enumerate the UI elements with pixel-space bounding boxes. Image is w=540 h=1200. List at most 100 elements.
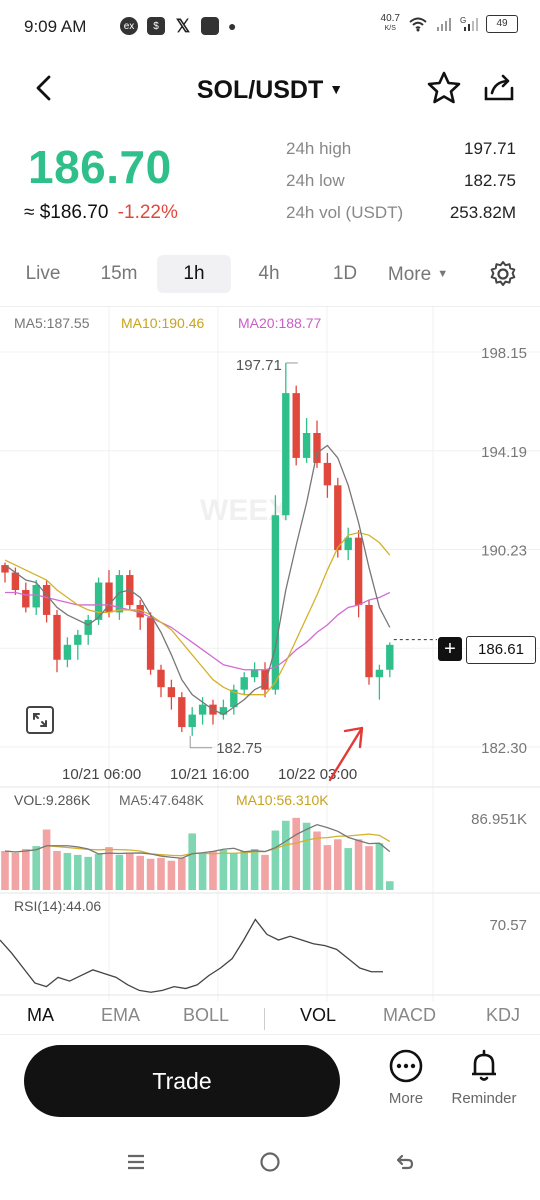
volume-bar <box>74 854 82 890</box>
system-icons: 40.7 K/S G 49 <box>381 14 518 34</box>
candle-body <box>375 669 384 678</box>
back-nav-icon[interactable] <box>393 1150 417 1174</box>
vol-ma5-label: MA5:47.648K <box>119 792 204 808</box>
stat-high-value: 197.71 <box>464 139 516 158</box>
candle-body <box>188 714 196 728</box>
tab-15m[interactable]: 15m <box>90 255 148 293</box>
volume-bar <box>22 849 30 890</box>
candle-body <box>271 515 280 690</box>
volume-bar <box>146 858 155 890</box>
indicator-tab-macd[interactable]: MACD <box>383 1005 436 1026</box>
indicator-tab-kdj[interactable]: KDJ <box>486 1005 520 1026</box>
add-alert-button[interactable]: + <box>438 637 462 661</box>
last-price-tag: 186.61 <box>466 636 536 664</box>
chart-settings-button[interactable] <box>488 259 518 289</box>
time-axis-label: 10/22 03:00 <box>278 766 357 783</box>
volume-bar <box>63 852 72 890</box>
candle-body <box>53 614 61 660</box>
volume-bar <box>250 849 259 890</box>
volume-bar <box>94 853 103 890</box>
app-square-icon <box>201 17 219 35</box>
tab-4h[interactable]: 4h <box>240 255 298 293</box>
vol-ma10-line <box>4 833 391 857</box>
tab-1d[interactable]: 1D <box>316 255 374 293</box>
time-axis-label: 10/21 06:00 <box>62 766 141 783</box>
star-icon <box>427 71 461 104</box>
indicator-tab-ema[interactable]: EMA <box>101 1005 140 1026</box>
stat-high-label: 24h high <box>286 139 352 158</box>
low-label: 182.75 <box>216 740 262 757</box>
home-icon[interactable] <box>258 1150 282 1174</box>
volume-bar <box>84 856 92 890</box>
volume-bar <box>11 852 20 890</box>
volume-bar <box>292 817 300 890</box>
ma20-line <box>5 591 391 671</box>
candle-body <box>84 619 92 635</box>
favorite-button[interactable] <box>426 70 462 106</box>
candle-body <box>74 634 82 645</box>
candle-body <box>146 617 155 670</box>
indicator-tab-vol[interactable]: VOL <box>300 1005 336 1026</box>
wifi-icon <box>409 17 427 32</box>
indicator-tab-ma[interactable]: MA <box>27 1005 54 1026</box>
vol-ma5-line <box>4 823 391 859</box>
status-time: 9:09 AM <box>24 17 87 36</box>
pair-title: SOL/USDT <box>196 76 324 104</box>
volume-bar <box>42 829 51 890</box>
caret-down-icon: ▼ <box>329 81 344 97</box>
volume-bar <box>115 854 124 890</box>
candle-body <box>292 393 300 458</box>
stat-low-value: 182.75 <box>464 171 516 190</box>
trade-button[interactable]: Trade <box>24 1045 340 1117</box>
candle-body <box>365 604 373 678</box>
volume-bar <box>334 839 342 890</box>
tab-more[interactable]: More ▼ <box>380 255 456 293</box>
signal-g-icon: G <box>460 16 478 31</box>
price-axis-label: 194.19 <box>481 444 527 461</box>
last-price: 186.70 <box>28 141 172 193</box>
tab-live[interactable]: Live <box>14 255 72 293</box>
candle-body <box>313 432 321 463</box>
indicator-divider <box>264 1008 265 1030</box>
status-bar: 9:09 AM ex $ 𝕏 ● 40.7 K/S G 49 <box>0 0 540 56</box>
interval-tabs: Live 15m 1h 4h 1D More ▼ <box>0 255 540 295</box>
reminder-button[interactable] <box>462 1046 506 1091</box>
candle-body <box>240 677 248 690</box>
vol-label: VOL:9.286K <box>14 792 91 808</box>
gear-icon <box>490 261 516 286</box>
time-axis-label: 10/21 16:00 <box>170 766 249 783</box>
share-button[interactable] <box>481 70 517 106</box>
volume-bar <box>323 845 332 890</box>
ma5-line <box>4 444 391 716</box>
volume-bar <box>365 846 373 890</box>
recents-icon[interactable] <box>124 1150 148 1174</box>
fullscreen-button[interactable] <box>26 706 54 734</box>
caret-down-icon: ▼ <box>437 268 449 280</box>
high-label: 197.71 <box>236 357 282 374</box>
expand-icon <box>33 713 47 727</box>
app-notification-icon: ex <box>120 17 138 35</box>
tab-1h[interactable]: 1h <box>157 255 231 293</box>
indicator-tabs: MA EMA BOLL VOL MACD KDJ <box>0 1005 540 1035</box>
volume-bar <box>167 860 176 890</box>
candle-body <box>63 644 72 660</box>
volume-bar <box>136 855 144 890</box>
stat-low-label: 24h low <box>286 171 345 190</box>
system-nav-bar <box>0 1150 540 1180</box>
ma10-line <box>4 532 391 696</box>
volume-bar <box>178 857 186 890</box>
candle-body <box>250 669 259 678</box>
volume-bar <box>32 846 40 890</box>
volume-bar <box>240 851 248 890</box>
candle-body <box>323 462 332 486</box>
volume-bar <box>53 851 61 890</box>
net-speed-unit: K/S <box>384 25 396 32</box>
tab-more-label: More <box>387 264 432 285</box>
signal-icon <box>437 18 451 31</box>
indicator-tab-boll[interactable]: BOLL <box>183 1005 229 1026</box>
candle-body <box>282 393 290 516</box>
plus-icon: + <box>444 638 456 660</box>
more-button[interactable] <box>384 1046 428 1091</box>
vol-axis-label: 86.951K <box>471 811 527 828</box>
volume-bar <box>209 851 217 890</box>
